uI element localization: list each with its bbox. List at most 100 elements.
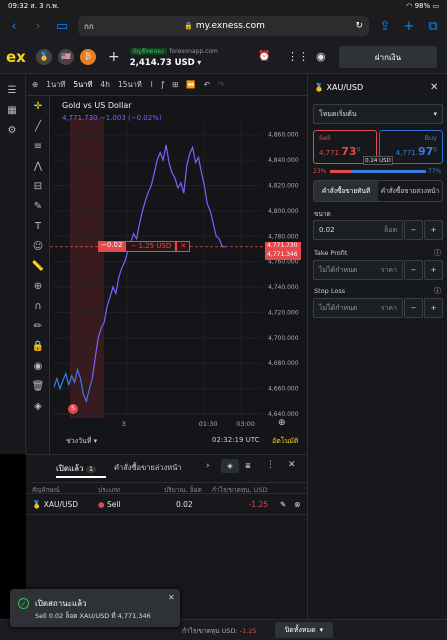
instrument-tab-icon[interactable]: 🥇 <box>36 48 52 65</box>
eye-icon[interactable]: ◉ <box>26 356 50 376</box>
date-range-button[interactable]: ช่วงวันที่ ▾ <box>66 436 97 447</box>
toast-body: Sell 0.02 ล็อต XAU/USD ที่ 4,771.346 <box>35 612 151 620</box>
add-indicator-icon[interactable]: ⊕ <box>32 80 38 89</box>
info-icon[interactable]: ⓘ <box>434 248 441 258</box>
sl-input[interactable]: ไม่ได้กำหนด ราคา <box>313 298 403 318</box>
share-icon[interactable]: ⇪ <box>377 19 393 34</box>
more-icon[interactable]: ⋮ <box>266 460 275 470</box>
y-tick-label: 4,780.000 <box>268 233 299 240</box>
forward-icon[interactable]: › <box>30 19 46 34</box>
info-icon[interactable]: ⓘ <box>434 286 441 296</box>
tab-pending-order[interactable]: คำสั่งซื้อขายล่วงหน้า <box>378 181 442 201</box>
status-bar: 09:32 ส. 3 ก.พ. ◠ 98% ▭ <box>0 0 447 12</box>
back-icon[interactable]: ‹ <box>6 19 22 34</box>
price-chart[interactable]: 4,860.000 4,840.000 4,820.000 4,800.000 4,78… <box>50 96 307 454</box>
order-panel: 🥇 XAU/USD ✕ โหมดเริ่มต้น ▾ Sell 4,771.730… <box>307 74 447 619</box>
tabs-icon[interactable]: ⧉ <box>425 19 441 34</box>
zoom-icon[interactable]: ⊕ <box>26 276 50 296</box>
undo-icon[interactable]: ↶ <box>204 80 210 89</box>
brush-icon[interactable]: ✎ <box>26 196 50 216</box>
exness-logo[interactable]: ex <box>6 48 30 66</box>
y-tick-label: 4,740.000 <box>268 284 299 291</box>
trend-line-icon[interactable]: ╱ <box>26 116 50 136</box>
chart-type-icon[interactable]: ⌇ <box>150 80 154 89</box>
profile-icon[interactable]: ◉ <box>316 50 326 63</box>
close-position-icon[interactable]: ⊗ <box>294 500 300 509</box>
chevron-right-icon[interactable]: › <box>206 461 210 471</box>
sl-minus-button[interactable]: − <box>404 298 423 318</box>
account-selector[interactable]: บัญชีทดลอง forexonapp.com 2,414.73 USD ▾ <box>129 45 218 69</box>
y-tick-label: 4,660.000 <box>268 386 299 393</box>
timeframe-4h[interactable]: 4h <box>100 80 110 89</box>
pattern-icon[interactable]: ⋀ <box>26 156 50 176</box>
ruler-icon[interactable]: 📏 <box>26 256 50 276</box>
account-tag: บัญชีทดลอง <box>129 47 167 55</box>
apps-icon[interactable]: ⋮⋮ <box>287 50 309 63</box>
order-mode-select[interactable]: โหมดเริ่มต้น ▾ <box>313 104 443 124</box>
date-range-label: ช่วงวันที่ <box>66 437 92 445</box>
close-icon[interactable]: ✕ <box>168 593 175 602</box>
instrument-tab-icon[interactable]: 🇺🇸 <box>58 48 74 65</box>
timeframe-5m[interactable]: 5นาที <box>73 79 92 91</box>
table-row[interactable]: 🥇 XAU/USD ● Sell 0.02 -1.25 ✎ ⊗ <box>26 493 307 515</box>
deposit-button[interactable]: ฝากเงิน <box>339 46 437 68</box>
crosshair-icon[interactable]: ✛ <box>26 96 50 116</box>
add-tab-icon[interactable]: + <box>108 49 120 65</box>
close-icon[interactable]: ✕ <box>288 460 296 470</box>
close-panel-icon[interactable]: ✕ <box>430 82 438 93</box>
chart-canvas[interactable]: 4,860.000 4,840.000 4,820.000 4,800.000 4,78… <box>50 96 307 454</box>
menu-icon[interactable]: ☰ <box>0 80 24 100</box>
magnet-icon[interactable]: ∩ <box>26 296 50 316</box>
notification-toast[interactable]: ✓ เปิดสถานะแล้ว Sell 0.02 ล็อต XAU/USD ท… <box>10 589 180 627</box>
list-view-icon[interactable]: ≣ <box>239 459 257 473</box>
redo-icon[interactable]: ↷ <box>218 80 224 89</box>
sl-plus-button[interactable]: + <box>424 298 443 318</box>
alarm-icon[interactable]: ⏰ <box>258 51 270 62</box>
text-icon[interactable]: T <box>26 216 50 236</box>
gold-icon: 🥇 <box>32 499 42 509</box>
fib-icon[interactable]: ≡ <box>26 136 50 156</box>
measure-icon[interactable]: ⊟ <box>26 176 50 196</box>
order-type-tabs: คำสั่งซื้อขายทันที คำสั่งซื้อขายล่วงหน้า <box>313 180 443 202</box>
chevron-down-icon: ▾ <box>197 57 202 67</box>
timeframe-15m[interactable]: 15นาที <box>118 79 142 91</box>
lock-icon[interactable]: 🔒 <box>26 336 50 356</box>
trash-icon[interactable]: 🗑 <box>26 376 50 396</box>
tab-pending-orders[interactable]: คำสั่งซื้อขายล่วงหน้า <box>114 462 182 474</box>
position-usd: − 1.25 USD <box>125 240 177 252</box>
replay-icon[interactable]: ⏪ <box>186 80 195 89</box>
address-bar[interactable]: กก 🔒 my.exness.com ↻ <box>78 16 369 36</box>
auto-scale-button[interactable]: อัตโนมัติ <box>272 436 298 447</box>
tab-open-positions[interactable]: เปิดแล้ว 1 <box>56 462 96 475</box>
timeframe-1m[interactable]: 1นาที <box>46 79 65 91</box>
tab-market-order[interactable]: คำสั่งซื้อขายทันที <box>314 181 378 201</box>
tp-minus-button[interactable]: − <box>404 260 423 280</box>
close-all-button[interactable]: ปิดทั้งหมด ▾ <box>275 622 333 638</box>
battery-level: 98% <box>414 2 431 10</box>
edit-icon[interactable]: ✎ <box>280 500 286 509</box>
settings-icon[interactable]: ⚙ <box>0 120 24 140</box>
instrument-tab-icon[interactable]: ₿ <box>80 48 96 65</box>
grouped-view-icon[interactable]: ◈ <box>221 459 239 473</box>
chart-settings-icon[interactable]: ⊕ <box>278 418 286 428</box>
tp-input[interactable]: ไม่ได้กำหนด ราคา <box>313 260 403 280</box>
position-label[interactable]: −0.02 − 1.25 USD ✕ <box>98 240 191 252</box>
volume-plus-button[interactable]: + <box>424 220 443 240</box>
pencil-lock-icon[interactable]: ✏ <box>26 316 50 336</box>
position-pl: −0.02 <box>98 240 126 252</box>
new-tab-icon[interactable]: + <box>401 19 417 34</box>
tab-open-label: เปิดแล้ว <box>56 464 84 473</box>
volume-minus-button[interactable]: − <box>404 220 423 240</box>
layers-icon[interactable]: ◈ <box>26 396 50 416</box>
emoji-icon[interactable]: ☺ <box>26 236 50 256</box>
layout-icon[interactable]: ⊞ <box>172 80 178 89</box>
volume-label: ขนาด <box>314 210 331 218</box>
volume-input[interactable]: 0.02 ล็อต <box>313 220 403 240</box>
calendar-icon[interactable]: ▦ <box>0 100 24 120</box>
close-position-icon[interactable]: ✕ <box>176 240 191 252</box>
indicators-icon[interactable]: ƒ <box>161 80 164 89</box>
reload-icon[interactable]: ↻ <box>355 21 363 31</box>
bookmarks-icon[interactable]: ▭ <box>54 19 70 34</box>
sell-marker[interactable]: S <box>68 404 78 414</box>
tp-plus-button[interactable]: + <box>424 260 443 280</box>
